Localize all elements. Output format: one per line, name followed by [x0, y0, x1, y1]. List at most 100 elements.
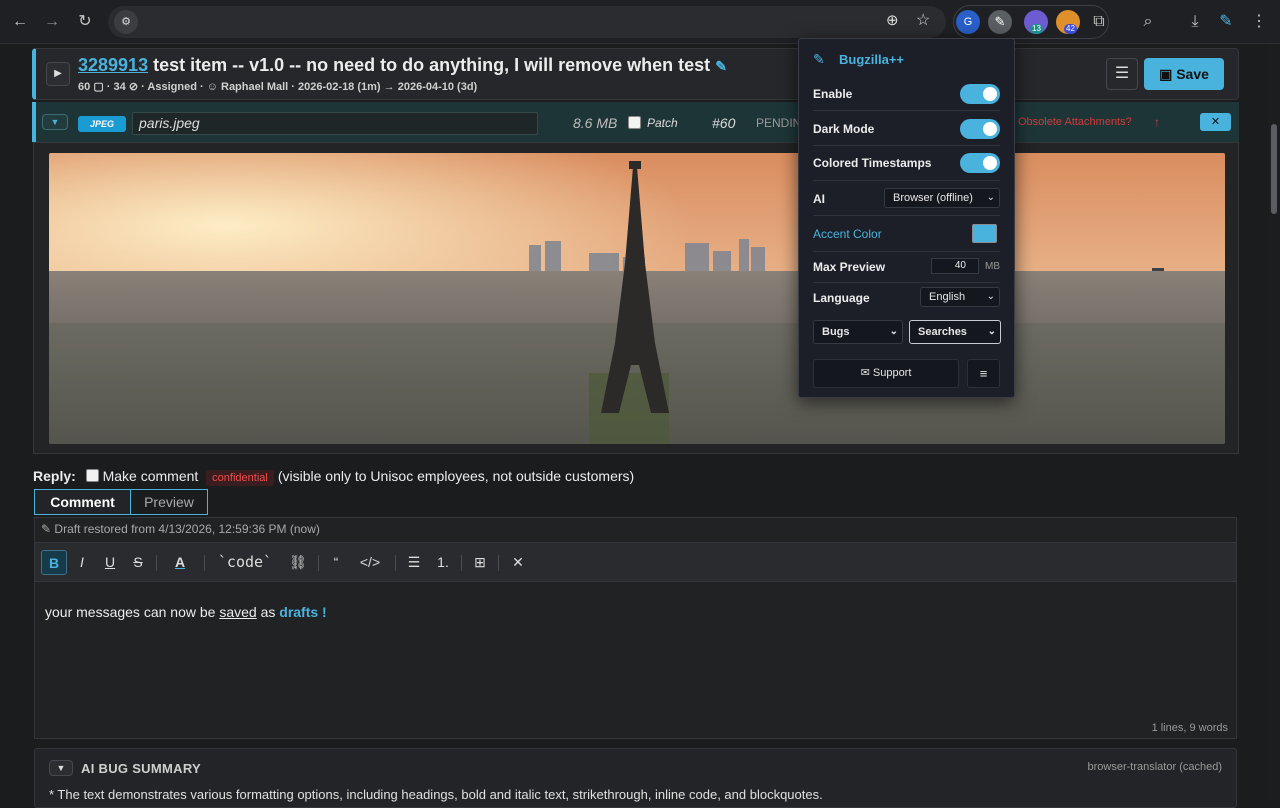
expand-toggle-icon[interactable]: ▶ — [46, 62, 70, 86]
underlined-text: saved — [219, 604, 257, 620]
make-comment-checkbox[interactable] — [85, 469, 99, 482]
dark-mode-label: Dark Mode — [813, 122, 875, 136]
settings-sliders-icon[interactable]: ≡ — [967, 359, 1000, 388]
created-date: 2026-02-18 (1m) — [298, 81, 381, 93]
bugzilla-extension-icon[interactable]: ✎ — [988, 10, 1012, 34]
language-select[interactable]: English ⌄ — [920, 287, 1000, 307]
hamburger-menu-button[interactable]: ☰ — [1106, 58, 1138, 90]
bug-header: ▶ 3289913 test item -- v1.0 -- no need t… — [32, 48, 1239, 100]
enable-toggle[interactable] — [960, 84, 1000, 104]
max-preview-input[interactable]: 40 — [931, 258, 979, 274]
attachment-filename-input[interactable]: paris.jpeg — [132, 112, 538, 135]
arrow-up-icon: ↑ — [1154, 115, 1160, 129]
back-icon[interactable]: ← — [9, 11, 31, 33]
strikethrough-button[interactable]: S — [127, 550, 149, 575]
rss-badge: 42 — [1064, 24, 1077, 34]
popup-title: Bugzilla++ — [839, 52, 905, 67]
reply-label: Reply: — [33, 468, 76, 484]
blockquote-button[interactable]: “ — [325, 550, 347, 575]
clear-format-button[interactable]: ✕ — [507, 550, 529, 575]
draft-note: ✎ Draft restored from 4/13/2026, 12:59:3… — [35, 518, 1236, 540]
translate-extension-icon[interactable]: 13 — [1024, 10, 1048, 34]
address-bar[interactable]: ⚙ ⊕ ☆ — [108, 6, 946, 38]
bug-title: 3289913 test item -- v1.0 -- no need to … — [78, 55, 727, 76]
page-scrollbar[interactable] — [1268, 44, 1280, 800]
puzzle-extensions-icon[interactable]: ⧉ — [1088, 11, 1110, 33]
attachment-count: 34 — [113, 81, 126, 93]
language-select-value: English — [929, 291, 966, 303]
paperclip-icon: ⊘ — [128, 81, 139, 93]
enable-label: Enable — [813, 87, 853, 101]
max-preview-label: Max Preview — [813, 260, 886, 274]
assignee[interactable]: Raphael Mall — [221, 81, 288, 93]
italic-button[interactable]: I — [71, 550, 93, 575]
bugs-dropdown[interactable]: Bugs ⌄ — [813, 320, 903, 344]
ai-select[interactable]: Browser (offline) ⌄ — [884, 188, 1000, 208]
link-icon[interactable]: ⛓ — [287, 550, 309, 575]
accent-color-swatch[interactable] — [972, 224, 997, 243]
tab-comment[interactable]: Comment — [34, 489, 131, 515]
tab-preview[interactable]: Preview — [130, 489, 208, 515]
bug-meta: 60 ▢ · 34 ⊘ · Assigned · ☺ Raphael Mall … — [78, 81, 478, 93]
reload-icon[interactable]: ↻ — [74, 11, 96, 33]
rss-extension-icon[interactable]: 42 — [1056, 10, 1080, 34]
ai-summary-title: AI BUG SUMMARY — [81, 761, 201, 776]
zoom-icon[interactable]: ⊕ — [886, 11, 899, 29]
browser-menu-icon[interactable]: ⋮ — [1248, 11, 1270, 33]
edit-pencil-icon[interactable]: ✎ — [715, 58, 727, 74]
comment-icon: ▢ — [93, 81, 104, 93]
format-toolbar: B I U S A `code` ⛓ “ </> ☰ 1. ⊞ ✕ — [35, 542, 1236, 582]
bookmark-star-icon[interactable]: ☆ — [916, 10, 930, 30]
patch-checkbox[interactable] — [628, 116, 641, 129]
collapse-toggle-icon[interactable]: ▼ — [42, 114, 68, 130]
forward-icon[interactable]: → — [41, 11, 63, 33]
pencil-icon: ✎ — [41, 522, 52, 536]
inline-code-button[interactable]: `code` — [215, 550, 275, 575]
tab-search-icon[interactable]: ⌕ — [1137, 11, 1159, 33]
bugs-label: Bugs — [822, 326, 850, 338]
searches-dropdown[interactable]: Searches ⌄ — [909, 320, 1001, 344]
language-row: Language English ⌄ — [813, 287, 1000, 309]
comment-count: 60 — [78, 81, 91, 93]
language-label: Language — [813, 291, 870, 305]
dark-mode-toggle[interactable] — [960, 119, 1000, 139]
close-attachment-button[interactable]: ✕ — [1200, 113, 1231, 131]
translate-badge: 13 — [1030, 24, 1043, 34]
scroll-thumb[interactable] — [1271, 124, 1277, 214]
attachment-preview — [33, 142, 1239, 454]
ordered-list-button[interactable]: 1. — [432, 550, 454, 575]
bold-button[interactable]: B — [41, 550, 67, 575]
editor-content[interactable]: your messages can now be saved as drafts… — [45, 604, 327, 620]
text-segment: as — [256, 604, 280, 620]
colored-timestamps-row: Colored Timestamps — [813, 152, 1000, 174]
attachment-row: ▼ JPEG paris.jpeg 8.6 MB Patch #60 PENDI… — [32, 102, 1239, 142]
bullet-list-button[interactable]: ☰ — [403, 550, 425, 575]
colored-timestamps-toggle[interactable] — [960, 153, 1000, 173]
grammarly-extension-icon[interactable]: G — [956, 10, 980, 34]
save-icon: ▣ — [1159, 66, 1173, 82]
attachment-status: PENDIN — [756, 116, 802, 130]
support-button[interactable]: ✉ Support — [813, 359, 959, 388]
site-settings-icon[interactable]: ⚙ — [114, 10, 138, 34]
bugzilla-pinned-icon[interactable]: ✎ — [1215, 11, 1237, 33]
table-button[interactable]: ⊞ — [469, 550, 491, 575]
ai-row: AI Browser (offline) ⌄ — [813, 188, 1000, 210]
max-preview-unit: MB — [985, 261, 1000, 272]
underline-button[interactable]: U — [99, 550, 121, 575]
obsolete-attachments-link[interactable]: Obsolete Attachments? — [1018, 116, 1132, 128]
attachment-number: #60 — [712, 115, 736, 131]
code-block-button[interactable]: </> — [355, 550, 385, 575]
bug-id-link[interactable]: 3289913 — [78, 55, 148, 75]
text-color-button[interactable]: A — [169, 550, 191, 575]
bug-title-text: test item -- v1.0 -- no need to do anyth… — [153, 55, 711, 75]
bug-status: Assigned — [147, 81, 197, 93]
save-button[interactable]: ▣ Save — [1144, 58, 1224, 90]
bugzilla-popup: ✎ Bugzilla++ Enable Dark Mode Colored Ti… — [798, 38, 1015, 398]
collapse-toggle-icon[interactable]: ▼ — [49, 760, 73, 776]
download-icon[interactable]: ⤓ — [1184, 11, 1206, 33]
chevron-down-icon: ⌄ — [987, 326, 996, 337]
chevron-down-icon: ⌄ — [986, 192, 995, 203]
page-content: ▶ 3289913 test item -- v1.0 -- no need t… — [0, 44, 1268, 808]
paris-photo — [49, 153, 1225, 444]
file-type-badge: JPEG — [78, 116, 126, 132]
